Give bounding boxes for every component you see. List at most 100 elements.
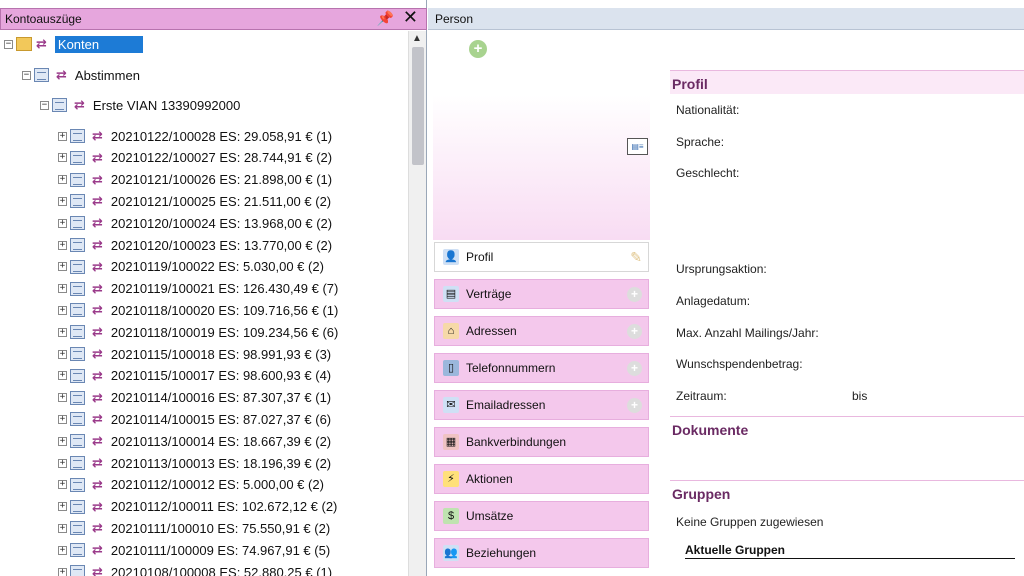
add-icon[interactable]: + bbox=[627, 324, 642, 339]
tree-item[interactable]: + ⇄ 20210122/100027 ES: 28.744,91 € (2) bbox=[58, 148, 332, 168]
tree-item[interactable]: + ⇄ 20210112/100011 ES: 102.672,12 € (2) bbox=[58, 497, 337, 517]
swap-icon: ⇄ bbox=[92, 171, 103, 187]
tree-node-label: Konten bbox=[54, 35, 144, 53]
tree-item-label: 20210115/100018 ES: 98.991,93 € (3) bbox=[110, 346, 332, 362]
document-icon bbox=[70, 281, 85, 296]
contact-card-icon[interactable]: ▤≡ bbox=[627, 138, 648, 155]
collapse-icon[interactable]: − bbox=[40, 100, 49, 110]
nav-item-profil[interactable]: 👤 Profil ✎ bbox=[434, 242, 649, 272]
tree-item[interactable]: + ⇄ 20210118/100020 ES: 109.716,56 € (1) bbox=[58, 300, 338, 320]
tree-item[interactable]: + ⇄ 20210122/100028 ES: 29.058,91 € (1) bbox=[58, 126, 332, 146]
expand-icon[interactable]: + bbox=[58, 131, 67, 141]
profile-detail: Profil Nationalität: Sprache: Geschlecht… bbox=[670, 66, 1024, 576]
vertical-scrollbar[interactable]: ▲ bbox=[408, 31, 426, 576]
document-icon bbox=[70, 499, 85, 514]
swap-icon: ⇄ bbox=[92, 324, 103, 340]
tree-item-label: 20210115/100017 ES: 98.600,93 € (4) bbox=[110, 368, 332, 384]
scroll-thumb[interactable] bbox=[412, 47, 424, 165]
tree-item[interactable]: + ⇄ 20210119/100021 ES: 126.430,49 € (7) bbox=[58, 279, 338, 299]
document-icon bbox=[70, 194, 85, 209]
panel-header: Person bbox=[428, 8, 1024, 30]
collapse-icon[interactable]: − bbox=[4, 39, 13, 49]
expand-icon[interactable]: + bbox=[58, 196, 67, 206]
tree-item-label: 20210108/100008 ES: 52.880,25 € (1) bbox=[110, 564, 333, 576]
tree-item[interactable]: + ⇄ 20210120/100023 ES: 13.770,00 € (2) bbox=[58, 235, 332, 255]
tree-item[interactable]: + ⇄ 20210114/100015 ES: 87.027,37 € (6) bbox=[58, 409, 331, 429]
expand-icon[interactable]: + bbox=[58, 175, 67, 185]
tree-item-label: 20210118/100019 ES: 109.234,56 € (6) bbox=[110, 324, 339, 340]
nav-item-bankverbindungen[interactable]: ▦ Bankverbindungen bbox=[434, 427, 649, 457]
tree-item[interactable]: + ⇄ 20210111/100009 ES: 74.967,91 € (5) bbox=[58, 540, 330, 560]
expand-icon[interactable]: + bbox=[58, 371, 67, 381]
expand-icon[interactable]: + bbox=[58, 545, 67, 555]
tree-item[interactable]: + ⇄ 20210111/100010 ES: 75.550,91 € (2) bbox=[58, 518, 330, 538]
kontoauszuege-panel: Kontoauszüge 📌 ✕ − ⇄ Konten − ⇄ Abstimme… bbox=[0, 0, 427, 576]
expand-icon[interactable]: + bbox=[58, 240, 67, 250]
expand-icon[interactable]: + bbox=[58, 284, 67, 294]
expand-icon[interactable]: + bbox=[58, 414, 67, 424]
tree-item[interactable]: + ⇄ 20210115/100017 ES: 98.600,93 € (4) bbox=[58, 366, 331, 386]
tree-item[interactable]: + ⇄ 20210114/100016 ES: 87.307,37 € (1) bbox=[58, 388, 331, 408]
tree-item[interactable]: + ⇄ 20210112/100012 ES: 5.000,00 € (2) bbox=[58, 475, 324, 495]
nav-item-beziehungen[interactable]: 👥 Beziehungen bbox=[434, 538, 649, 568]
envelope-icon: ✉ bbox=[443, 397, 459, 413]
pencil-icon[interactable]: ✎ bbox=[630, 249, 642, 266]
nav-item-umsätze[interactable]: $ Umsätze bbox=[434, 501, 649, 531]
document-icon bbox=[70, 172, 85, 187]
expand-icon[interactable]: + bbox=[58, 327, 67, 337]
tree-item-label: 20210120/100023 ES: 13.770,00 € (2) bbox=[110, 237, 333, 253]
scroll-up-icon[interactable]: ▲ bbox=[412, 33, 422, 44]
nav-item-verträge[interactable]: ▤ Verträge + bbox=[434, 279, 649, 309]
tree-item[interactable]: + ⇄ 20210108/100008 ES: 52.880,25 € (1) bbox=[58, 562, 332, 576]
tree-item[interactable]: + ⇄ 20210115/100018 ES: 98.991,93 € (3) bbox=[58, 344, 331, 364]
field-created: Anlagedatum: bbox=[676, 294, 751, 308]
expand-icon[interactable]: + bbox=[58, 523, 67, 533]
expand-icon[interactable]: + bbox=[58, 436, 67, 446]
nav-item-aktionen[interactable]: ⚡ Aktionen bbox=[434, 464, 649, 494]
document-icon bbox=[70, 238, 85, 252]
panel-title: Kontoauszüge bbox=[5, 12, 82, 26]
expand-icon[interactable]: + bbox=[58, 262, 67, 272]
nav-item-telefonnummern[interactable]: ▯ Telefonnummern + bbox=[434, 353, 649, 383]
tree-item[interactable]: + ⇄ 20210121/100026 ES: 21.898,00 € (1) bbox=[58, 170, 332, 190]
tree-node-abstimmen[interactable]: − ⇄ Abstimmen bbox=[22, 65, 140, 85]
expand-icon[interactable]: + bbox=[58, 218, 67, 228]
add-icon[interactable]: + bbox=[469, 40, 487, 58]
tree-item[interactable]: + ⇄ 20210121/100025 ES: 21.511,00 € (2) bbox=[58, 191, 331, 211]
nav-item-adressen[interactable]: ⌂ Adressen + bbox=[434, 316, 649, 346]
contract-icon: ▤ bbox=[443, 286, 459, 302]
tree-item[interactable]: + ⇄ 20210113/100013 ES: 18.196,39 € (2) bbox=[58, 453, 331, 473]
add-icon[interactable]: + bbox=[627, 361, 642, 376]
tree-item-label: 20210111/100010 ES: 75.550,91 € (2) bbox=[110, 520, 331, 536]
tree-item-label: 20210122/100027 ES: 28.744,91 € (2) bbox=[110, 150, 333, 166]
document-icon bbox=[70, 150, 85, 165]
swap-icon: ⇄ bbox=[92, 149, 103, 165]
expand-icon[interactable]: + bbox=[58, 480, 67, 490]
collapse-icon[interactable]: − bbox=[22, 70, 31, 80]
swap-icon: ⇄ bbox=[92, 280, 103, 296]
tree-node-account[interactable]: − ⇄ Erste VIAN 13390992000 bbox=[40, 95, 240, 115]
swap-icon: ⇄ bbox=[92, 433, 103, 449]
expand-icon[interactable]: + bbox=[58, 393, 67, 403]
close-icon[interactable]: ✕ bbox=[403, 7, 418, 28]
tree-item[interactable]: + ⇄ 20210118/100019 ES: 109.234,56 € (6) bbox=[58, 322, 338, 342]
add-icon[interactable]: + bbox=[627, 398, 642, 413]
nav-item-emailadressen[interactable]: ✉ Emailadressen + bbox=[434, 390, 649, 420]
add-icon[interactable]: + bbox=[627, 287, 642, 302]
tree-item[interactable]: + ⇄ 20210113/100014 ES: 18.667,39 € (2) bbox=[58, 431, 331, 451]
expand-icon[interactable]: + bbox=[58, 349, 67, 359]
expand-icon[interactable]: + bbox=[58, 153, 67, 163]
expand-icon[interactable]: + bbox=[58, 567, 67, 576]
expand-icon[interactable]: + bbox=[58, 458, 67, 468]
tree-item-label: 20210114/100015 ES: 87.027,37 € (6) bbox=[110, 411, 332, 427]
field-max-mailings: Max. Anzahl Mailings/Jahr: bbox=[676, 326, 819, 340]
tree-item[interactable]: + ⇄ 20210120/100024 ES: 13.968,00 € (2) bbox=[58, 213, 332, 233]
pin-icon[interactable]: 📌 bbox=[377, 10, 394, 27]
expand-icon[interactable]: + bbox=[58, 502, 67, 512]
bank-icon: ▦ bbox=[443, 434, 459, 450]
swap-icon: ⇄ bbox=[92, 389, 103, 405]
expand-icon[interactable]: + bbox=[58, 305, 67, 315]
tree-item[interactable]: + ⇄ 20210119/100022 ES: 5.030,00 € (2) bbox=[58, 257, 324, 277]
tree-item-label: 20210121/100026 ES: 21.898,00 € (1) bbox=[110, 172, 333, 188]
tree-node-root[interactable]: − ⇄ Konten bbox=[4, 34, 144, 54]
